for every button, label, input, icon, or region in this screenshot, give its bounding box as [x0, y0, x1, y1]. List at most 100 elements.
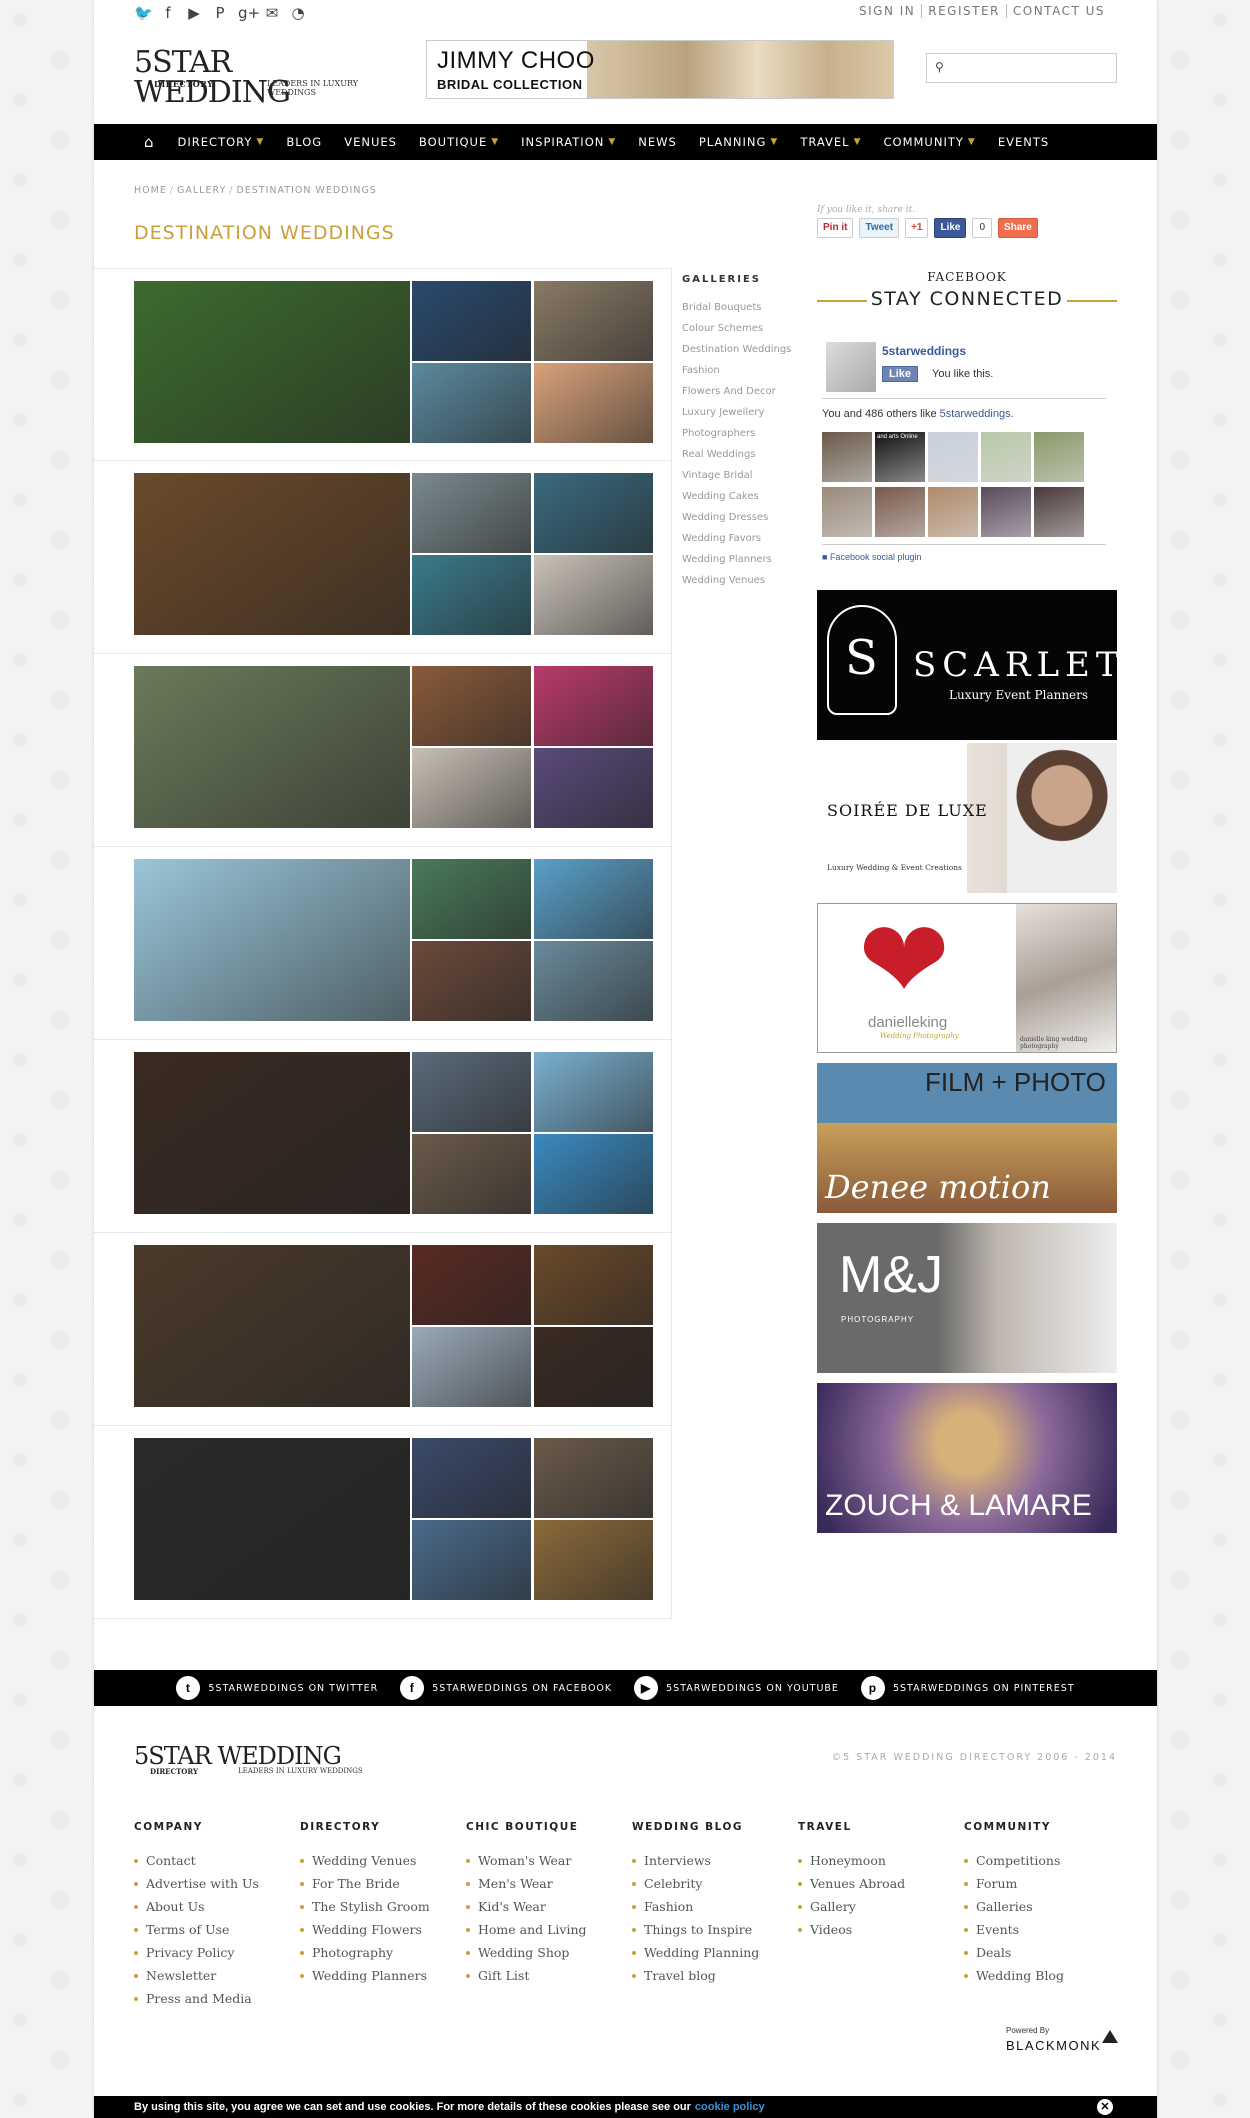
gallery-thumbnail[interactable] [412, 1134, 531, 1214]
gallery-thumbnail[interactable] [134, 1438, 410, 1600]
site-logo[interactable]: 5STAR WEDDING DIRECTORY LEADERS IN LUXUR… [134, 48, 394, 108]
facebook-icon[interactable]: f [160, 4, 176, 22]
footer-link[interactable]: Kid's Wear [466, 1895, 626, 1918]
footer-link[interactable]: Newsletter [134, 1964, 294, 1987]
footer-link[interactable]: Competitions [964, 1849, 1124, 1872]
facebook-page-name[interactable]: 5starweddings [882, 344, 966, 358]
breadcrumb-item[interactable]: GALLERY [177, 185, 226, 196]
gallery-category-link[interactable]: Real Weddings [682, 444, 812, 465]
nav-item-inspiration[interactable]: INSPIRATION ▼ [521, 135, 616, 149]
gallery-thumbnail[interactable] [534, 1052, 653, 1132]
gallery-category-link[interactable]: Wedding Venues [682, 570, 812, 591]
footer-link[interactable]: Gallery [798, 1895, 958, 1918]
likers-page-link[interactable]: 5starweddings. [940, 408, 1014, 420]
pinterest-icon[interactable]: P [212, 4, 228, 22]
footer-link[interactable]: Venues Abroad [798, 1872, 958, 1895]
gallery-thumbnail[interactable] [134, 1245, 410, 1407]
footer-link[interactable]: Galleries [964, 1895, 1124, 1918]
gallery-thumbnail[interactable] [134, 859, 410, 1021]
gallery-thumbnail[interactable] [534, 666, 653, 746]
youtube-icon[interactable]: ▶ [186, 4, 202, 22]
liker-avatar[interactable] [822, 487, 872, 537]
gallery-category-link[interactable]: Photographers [682, 423, 812, 444]
gallery-thumbnail[interactable] [534, 281, 653, 361]
gallery-thumbnail[interactable] [412, 1438, 531, 1518]
gallery-category-link[interactable]: Luxury Jewellery [682, 402, 812, 423]
liker-avatar[interactable] [928, 432, 978, 482]
footer-link[interactable]: For The Bride [300, 1872, 460, 1895]
ad-scarlet[interactable]: S SCARLET Luxury Event Planners [817, 590, 1117, 740]
gallery-thumbnail[interactable] [412, 1052, 531, 1132]
footer-link[interactable]: Celebrity [632, 1872, 792, 1895]
gallery-row[interactable] [94, 1426, 672, 1619]
gallery-thumbnail[interactable] [534, 473, 653, 553]
footer-link[interactable]: Travel blog [632, 1964, 792, 1987]
gallery-row[interactable] [94, 268, 672, 461]
gallery-thumbnail[interactable] [534, 1327, 653, 1407]
social-bar-link[interactable]: f 5STARWEDDINGS ON FACEBOOK [400, 1676, 612, 1700]
gallery-row[interactable] [94, 847, 672, 1040]
gallery-row[interactable] [94, 654, 672, 847]
footer-link[interactable]: Gift List [466, 1964, 626, 1987]
gallery-thumbnail[interactable] [412, 941, 531, 1021]
rss-icon[interactable]: ◔ [290, 4, 306, 22]
liker-avatar[interactable] [981, 487, 1031, 537]
footer-link[interactable]: Fashion [632, 1895, 792, 1918]
google-plus-button[interactable]: +1 [905, 218, 929, 238]
footer-link[interactable]: Wedding Flowers [300, 1918, 460, 1941]
gallery-thumbnail[interactable] [134, 666, 410, 828]
gallery-thumbnail[interactable] [534, 1134, 653, 1214]
gallery-thumbnail[interactable] [534, 555, 653, 635]
gallery-thumbnail[interactable] [412, 555, 531, 635]
gallery-thumbnail[interactable] [412, 1245, 531, 1325]
gallery-thumbnail[interactable] [412, 281, 531, 361]
gallery-thumbnail[interactable] [534, 748, 653, 828]
footer-link[interactable]: Photography [300, 1941, 460, 1964]
footer-link[interactable]: Men's Wear [466, 1872, 626, 1895]
gallery-thumbnail[interactable] [412, 748, 531, 828]
top-link-contact-us[interactable]: CONTACT US [1005, 4, 1111, 18]
gallery-thumbnail[interactable] [534, 859, 653, 939]
twitter-icon[interactable]: 🐦 [134, 4, 153, 22]
footer-link[interactable]: The Stylish Groom [300, 1895, 460, 1918]
ad-mj-photography[interactable]: M&J PHOTOGRAPHY [817, 1223, 1117, 1373]
gallery-category-link[interactable]: Colour Schemes [682, 318, 812, 339]
gallery-thumbnail[interactable] [412, 859, 531, 939]
close-icon[interactable]: ✕ [1097, 2099, 1113, 2115]
facebook-page-like-button[interactable]: Like [882, 366, 919, 382]
gallery-category-link[interactable]: Flowers And Decor [682, 381, 812, 402]
footer-link[interactable]: Wedding Shop [466, 1941, 626, 1964]
top-link-register[interactable]: REGISTER [921, 4, 1006, 18]
gallery-row[interactable] [94, 461, 672, 654]
google-plus-icon[interactable]: g+ [238, 4, 260, 22]
jimmy-choo-banner[interactable]: JIMMY CHOO BRIDAL COLLECTION [426, 40, 894, 99]
footer-link[interactable]: Contact [134, 1849, 294, 1872]
liker-avatar[interactable] [981, 432, 1031, 482]
facebook-like-button[interactable]: Like [934, 218, 967, 238]
gallery-thumbnail[interactable] [534, 941, 653, 1021]
nav-item-blog[interactable]: BLOG [286, 135, 322, 149]
footer-link[interactable]: Home and Living [466, 1918, 626, 1941]
footer-logo[interactable]: 5STAR WEDDING DIRECTORY LEADERS IN LUXUR… [134, 1742, 394, 1782]
gallery-thumbnail[interactable] [534, 1520, 653, 1600]
social-bar-link[interactable]: t 5STARWEDDINGS ON TWITTER [176, 1676, 378, 1700]
footer-link[interactable]: Deals [964, 1941, 1124, 1964]
gallery-thumbnail[interactable] [134, 1052, 410, 1214]
footer-link[interactable]: Wedding Venues [300, 1849, 460, 1872]
nav-item-events[interactable]: EVENTS [998, 135, 1049, 149]
footer-link[interactable]: Woman's Wear [466, 1849, 626, 1872]
gallery-thumbnail[interactable] [534, 363, 653, 443]
liker-avatar[interactable] [875, 487, 925, 537]
footer-link[interactable]: Forum [964, 1872, 1124, 1895]
ad-soiree-de-luxe[interactable]: SOIRÉE DE LUXE Luxury Wedding & Event Cr… [817, 743, 1117, 893]
ad-denee-motion[interactable]: FILM + PHOTO Denee motion [817, 1063, 1117, 1213]
ad-danielle-king[interactable]: ❤ danielleking Wedding Photography danie… [817, 903, 1117, 1053]
nav-item-news[interactable]: NEWS [638, 135, 677, 149]
footer-link[interactable]: Wedding Planners [300, 1964, 460, 1987]
gallery-category-link[interactable]: Wedding Dresses [682, 507, 812, 528]
gallery-thumbnail[interactable] [412, 666, 531, 746]
gallery-category-link[interactable]: Fashion [682, 360, 812, 381]
gallery-category-link[interactable]: Wedding Favors [682, 528, 812, 549]
mail-icon[interactable]: ✉ [264, 4, 280, 22]
social-bar-link[interactable]: p 5STARWEDDINGS ON PINTEREST [860, 1676, 1075, 1700]
